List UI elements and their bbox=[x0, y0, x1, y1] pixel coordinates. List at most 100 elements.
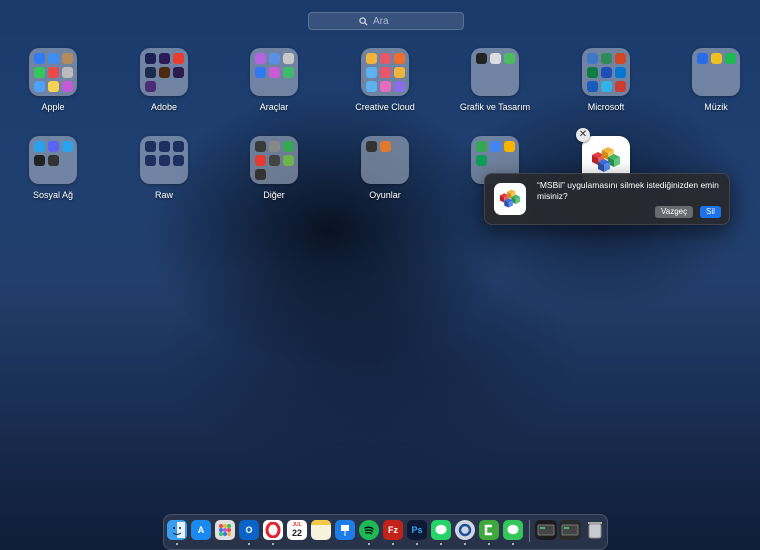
msbil-logo-icon bbox=[592, 147, 620, 172]
folder[interactable] bbox=[29, 48, 77, 96]
spotify-icon[interactable] bbox=[359, 520, 379, 540]
filezilla-icon[interactable]: Fz bbox=[383, 520, 403, 540]
running-indicator bbox=[512, 543, 514, 545]
folder-app-icon bbox=[48, 67, 59, 78]
folder-app-icon bbox=[476, 155, 487, 166]
folder-app-icon bbox=[711, 53, 722, 64]
folder-app-icon bbox=[366, 53, 377, 64]
folder-label: Araçlar bbox=[259, 102, 289, 112]
folder-app-icon bbox=[476, 53, 487, 64]
folder[interactable] bbox=[582, 48, 630, 96]
folder[interactable] bbox=[361, 48, 409, 96]
running-indicator bbox=[464, 543, 466, 545]
downloads-stack-icon[interactable] bbox=[535, 520, 557, 540]
folder-app-icon bbox=[283, 67, 294, 78]
search-icon bbox=[359, 16, 368, 26]
folder-app-icon bbox=[283, 53, 294, 64]
quicktime-icon[interactable] bbox=[455, 520, 475, 540]
folder-app-icon bbox=[159, 141, 170, 152]
finder-icon[interactable] bbox=[167, 520, 187, 540]
dock-separator bbox=[529, 520, 530, 542]
folder-label: Sosyal Ağ bbox=[32, 190, 74, 200]
folder-app-icon bbox=[145, 155, 156, 166]
opera-icon[interactable] bbox=[263, 520, 283, 540]
delete-button[interactable]: Sil bbox=[700, 206, 721, 218]
folder[interactable] bbox=[250, 48, 298, 96]
running-indicator bbox=[392, 543, 394, 545]
folder-app-icon bbox=[255, 67, 266, 78]
folder-app-icon bbox=[394, 67, 405, 78]
folder-label: Apple bbox=[41, 102, 65, 112]
msbil-dialog-icon bbox=[494, 183, 526, 215]
folder-app-icon bbox=[615, 53, 626, 64]
folder-app-icon bbox=[159, 155, 170, 166]
dock-app-label: Ps bbox=[411, 525, 423, 535]
launchpad-icon[interactable] bbox=[215, 520, 235, 540]
folder[interactable] bbox=[140, 48, 188, 96]
outlook-icon[interactable]: O bbox=[239, 520, 259, 540]
whatsapp-icon[interactable] bbox=[431, 520, 451, 540]
folder-app-icon bbox=[380, 141, 391, 152]
cancel-button[interactable]: Vazgeç bbox=[655, 206, 694, 218]
folder-app-icon bbox=[366, 81, 377, 92]
camtasia-icon[interactable] bbox=[479, 520, 499, 540]
photoshop-icon[interactable]: Ps bbox=[407, 520, 427, 540]
folder-app-icon bbox=[159, 67, 170, 78]
delete-app-badge[interactable]: ✕ bbox=[576, 128, 590, 142]
folder-app-icon bbox=[394, 53, 405, 64]
folder-app-icon bbox=[394, 81, 405, 92]
folder-app-icon bbox=[283, 141, 294, 152]
folder-app-icon bbox=[283, 155, 294, 166]
messages-icon[interactable] bbox=[503, 520, 523, 540]
trash-icon[interactable] bbox=[585, 520, 605, 540]
folder-label: Creative Cloud bbox=[355, 102, 415, 112]
calendar-day: 22 bbox=[291, 528, 302, 538]
folder-app-icon bbox=[62, 141, 73, 152]
folder-app-icon bbox=[269, 67, 280, 78]
folder-app-icon bbox=[145, 81, 156, 92]
folder-label: Diğer bbox=[263, 190, 285, 200]
keynote-icon[interactable] bbox=[335, 520, 355, 540]
search-input[interactable] bbox=[373, 15, 413, 27]
running-indicator bbox=[440, 543, 442, 545]
folder-app-icon bbox=[587, 53, 598, 64]
folder-app-icon bbox=[601, 53, 612, 64]
close-icon: ✕ bbox=[578, 129, 588, 140]
app-store-icon[interactable]: A bbox=[191, 520, 211, 540]
folder-app-icon bbox=[255, 169, 266, 180]
folder-app-icon bbox=[366, 67, 377, 78]
search-field[interactable] bbox=[308, 12, 464, 30]
folder[interactable] bbox=[471, 48, 519, 96]
calendar-icon[interactable]: JUL 22 bbox=[287, 520, 307, 540]
folder-label: Müzik bbox=[704, 102, 728, 112]
folder-app-icon bbox=[145, 53, 156, 64]
folder-app-icon bbox=[380, 81, 391, 92]
folder-app-icon bbox=[380, 67, 391, 78]
folder-app-icon bbox=[255, 53, 266, 64]
folder-app-icon bbox=[145, 67, 156, 78]
folder[interactable] bbox=[361, 136, 409, 184]
folder[interactable] bbox=[250, 136, 298, 184]
documents-stack-icon[interactable] bbox=[559, 520, 581, 540]
notes-icon[interactable] bbox=[311, 520, 331, 540]
msbil-logo-icon bbox=[499, 189, 521, 208]
folder-app-icon bbox=[34, 155, 45, 166]
folder-app-icon bbox=[255, 155, 266, 166]
delete-confirmation-dialog: “MSBil” uygulamasını silmek istediğinizd… bbox=[484, 173, 730, 225]
folder-app-icon bbox=[615, 81, 626, 92]
folder-app-icon bbox=[48, 81, 59, 92]
folder-app-icon bbox=[173, 67, 184, 78]
folder-label: Microsoft bbox=[587, 102, 625, 112]
folder[interactable] bbox=[692, 48, 740, 96]
dock-app-label: O bbox=[245, 525, 253, 535]
folder-app-icon bbox=[269, 141, 280, 152]
folder-app-icon bbox=[48, 141, 59, 152]
folder-label: Adobe bbox=[150, 102, 178, 112]
running-indicator bbox=[248, 543, 250, 545]
running-indicator bbox=[272, 543, 274, 545]
folder-app-icon bbox=[62, 67, 73, 78]
folder-app-icon bbox=[269, 155, 280, 166]
folder-app-icon bbox=[587, 67, 598, 78]
folder[interactable] bbox=[29, 136, 77, 184]
folder[interactable] bbox=[140, 136, 188, 184]
